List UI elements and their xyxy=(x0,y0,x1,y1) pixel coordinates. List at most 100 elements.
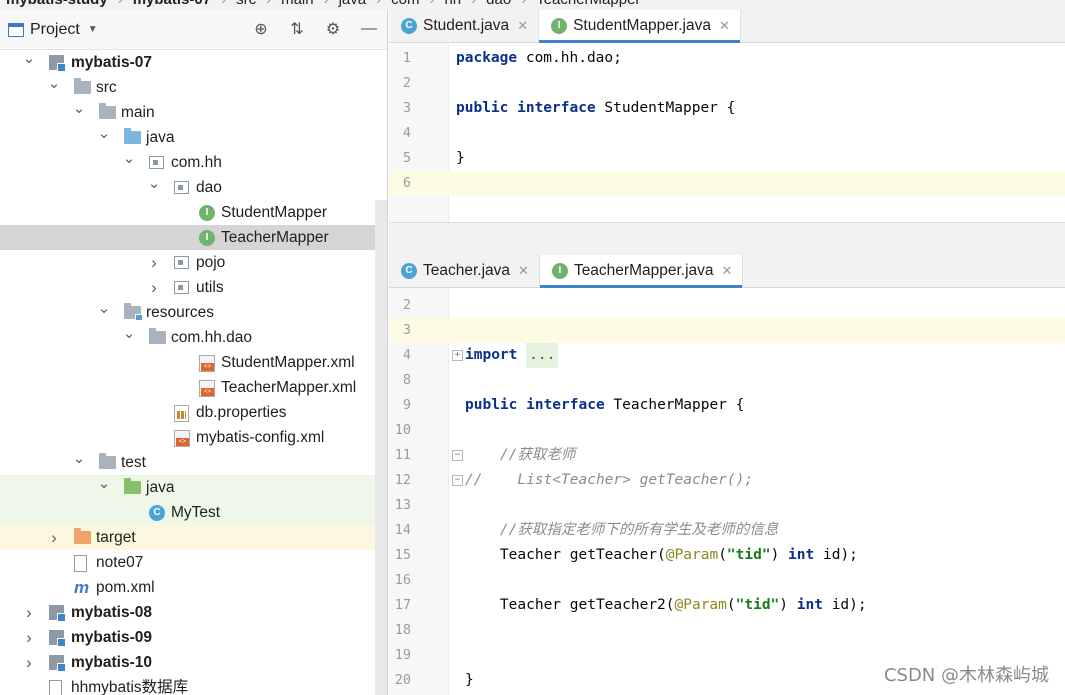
code-text: // List<Teacher> getTeacher(); xyxy=(465,472,754,488)
chevron-right-icon[interactable]: › xyxy=(47,525,61,550)
chevron-down-icon[interactable]: ⌄ xyxy=(122,321,136,346)
chevron-down-icon[interactable]: ⌄ xyxy=(122,146,136,171)
tree-item[interactable]: ⌄ dao xyxy=(0,175,387,200)
close-icon[interactable]: ✕ xyxy=(719,18,730,34)
tree-item[interactable]: TeacherMapper.xml xyxy=(0,375,387,400)
chevron-down-icon[interactable]: ⌄ xyxy=(147,171,161,196)
line-number: 16 xyxy=(394,572,411,588)
editor-splitter[interactable] xyxy=(389,222,1065,256)
collapse-icon[interactable]: ⇅ xyxy=(287,18,307,40)
tree-item[interactable]: ⌄ resources xyxy=(0,300,387,325)
chevron-right-icon[interactable]: › xyxy=(147,275,161,300)
code-line: 3 public interface StudentMapper { xyxy=(389,96,1065,121)
tree-item-label: utils xyxy=(196,279,224,296)
editor-tab[interactable]: C Student.java ✕ xyxy=(389,10,540,42)
project-panel-title[interactable]: Project xyxy=(30,21,80,39)
chevron-down-icon[interactable]: ⌄ xyxy=(22,46,36,71)
chevron-down-icon[interactable]: ▼ xyxy=(88,24,98,35)
code-text: public interface TeacherMapper { xyxy=(465,397,745,413)
line-number: 5 xyxy=(402,150,411,166)
tree-item[interactable]: › mybatis-09 xyxy=(0,625,387,650)
chevron-right-icon[interactable]: › xyxy=(22,625,36,650)
tree-item[interactable]: ⌄ src xyxy=(0,75,387,100)
breadcrumb-item[interactable]: mybatis-study xyxy=(6,0,108,8)
folder-icon xyxy=(149,328,166,345)
chevron-down-icon[interactable]: ⌄ xyxy=(97,471,111,496)
tree-item[interactable]: I StudentMapper xyxy=(0,200,387,225)
locate-icon[interactable]: ⊕ xyxy=(251,18,271,40)
breadcrumb-separator: › xyxy=(324,0,329,8)
tree-item[interactable]: hhmybatis数据库 xyxy=(0,675,387,695)
gear-icon[interactable]: ⚙ xyxy=(323,18,343,40)
tree-item[interactable]: ⌄ java xyxy=(0,475,387,500)
editor-tab[interactable]: I TeacherMapper.java ✕ xyxy=(539,255,744,288)
code-text: //获取指定老师下的所有学生及老师的信息 xyxy=(499,522,779,538)
chevron-down-icon[interactable]: ⌄ xyxy=(72,446,86,471)
code-text: } xyxy=(465,672,474,688)
line-number: 4 xyxy=(402,125,411,141)
chevron-right-icon[interactable]: › xyxy=(22,650,36,675)
close-icon[interactable]: ✕ xyxy=(517,18,528,34)
breadcrumb-item[interactable]: java xyxy=(339,0,367,8)
chevron-right-icon[interactable]: › xyxy=(22,600,36,625)
editor-tab[interactable]: I StudentMapper.java ✕ xyxy=(539,10,741,43)
interface-icon: I xyxy=(199,205,216,221)
code-line: 2 xyxy=(389,293,1065,318)
folded-imports[interactable]: ... xyxy=(526,343,559,368)
collapse-fold-icon[interactable]: − xyxy=(452,475,463,486)
tree-item[interactable]: C MyTest xyxy=(0,500,387,525)
tree-item[interactable]: note07 xyxy=(0,550,387,575)
tree-item[interactable]: ⌄ test xyxy=(0,450,387,475)
line-number: 4 xyxy=(402,347,411,363)
code-line: 12 −// List<Teacher> getTeacher(); xyxy=(389,468,1065,493)
editor-tab[interactable]: C Teacher.java ✕ xyxy=(389,255,540,287)
chevron-down-icon[interactable]: ⌄ xyxy=(72,96,86,121)
breadcrumb-item[interactable]: TeacherMapper xyxy=(536,0,640,8)
editor-top-code[interactable]: 1 package com.hh.dao; 2 3 public interface S… xyxy=(389,43,1065,222)
project-panel-header: Project ▼ ⊕ ⇅ ⚙ — xyxy=(0,10,387,50)
tree-item[interactable]: › mybatis-10 xyxy=(0,650,387,675)
breadcrumb-item[interactable]: hh xyxy=(444,0,461,8)
breadcrumb-separator: › xyxy=(221,0,226,8)
tree-item[interactable]: › mybatis-08 xyxy=(0,600,387,625)
tree-item[interactable]: ⌄ com.hh xyxy=(0,150,387,175)
chevron-down-icon[interactable]: ⌄ xyxy=(47,71,61,96)
line-number: 3 xyxy=(402,322,411,338)
close-icon[interactable]: ✕ xyxy=(722,263,733,279)
breadcrumb-item[interactable]: src xyxy=(236,0,256,8)
tree-item[interactable]: ⌄ main xyxy=(0,100,387,125)
collapse-fold-icon[interactable]: − xyxy=(452,450,463,461)
tree-item-label: java xyxy=(146,129,175,146)
tree-item[interactable]: ⌄ com.hh.dao xyxy=(0,325,387,350)
tree-item[interactable]: StudentMapper.xml xyxy=(0,350,387,375)
line-number: 13 xyxy=(394,497,411,513)
code-line: 3 xyxy=(389,318,1065,343)
tree-item[interactable]: ⌄ java xyxy=(0,125,387,150)
chevron-down-icon[interactable]: ⌄ xyxy=(97,296,111,321)
xml-file-icon xyxy=(199,355,216,372)
breadcrumb-item[interactable]: main xyxy=(281,0,314,8)
tree-item[interactable]: m pom.xml xyxy=(0,575,387,600)
tree-item[interactable]: › target xyxy=(0,525,387,550)
tree-item[interactable]: I TeacherMapper xyxy=(0,225,387,250)
tree-item[interactable]: › pojo xyxy=(0,250,387,275)
chevron-down-icon[interactable]: ⌄ xyxy=(97,121,111,146)
breadcrumb-item[interactable]: dao xyxy=(486,0,511,8)
expand-fold-icon[interactable]: + xyxy=(452,350,463,361)
tree-scrollbar[interactable] xyxy=(375,200,387,695)
editor-tab-label: StudentMapper.java xyxy=(573,17,711,34)
tree-item[interactable]: › utils xyxy=(0,275,387,300)
tree-item[interactable]: mybatis-config.xml xyxy=(0,425,387,450)
minimize-icon[interactable]: — xyxy=(359,18,379,40)
code-line: 4 xyxy=(389,121,1065,146)
breadcrumb-item[interactable]: com xyxy=(391,0,419,8)
close-icon[interactable]: ✕ xyxy=(518,263,529,279)
line-number: 9 xyxy=(402,397,411,413)
chevron-right-icon[interactable]: › xyxy=(147,250,161,275)
line-number: 2 xyxy=(402,75,411,91)
editor-bottom-code[interactable]: 2 3 4 + import ... 8 9 public interface Teacher… xyxy=(389,288,1065,695)
test-folder-icon xyxy=(124,478,141,495)
breadcrumb-item[interactable]: mybatis-07 xyxy=(133,0,211,8)
tree-item-label: mybatis-10 xyxy=(71,654,152,671)
tree-item[interactable]: db.properties xyxy=(0,400,387,425)
